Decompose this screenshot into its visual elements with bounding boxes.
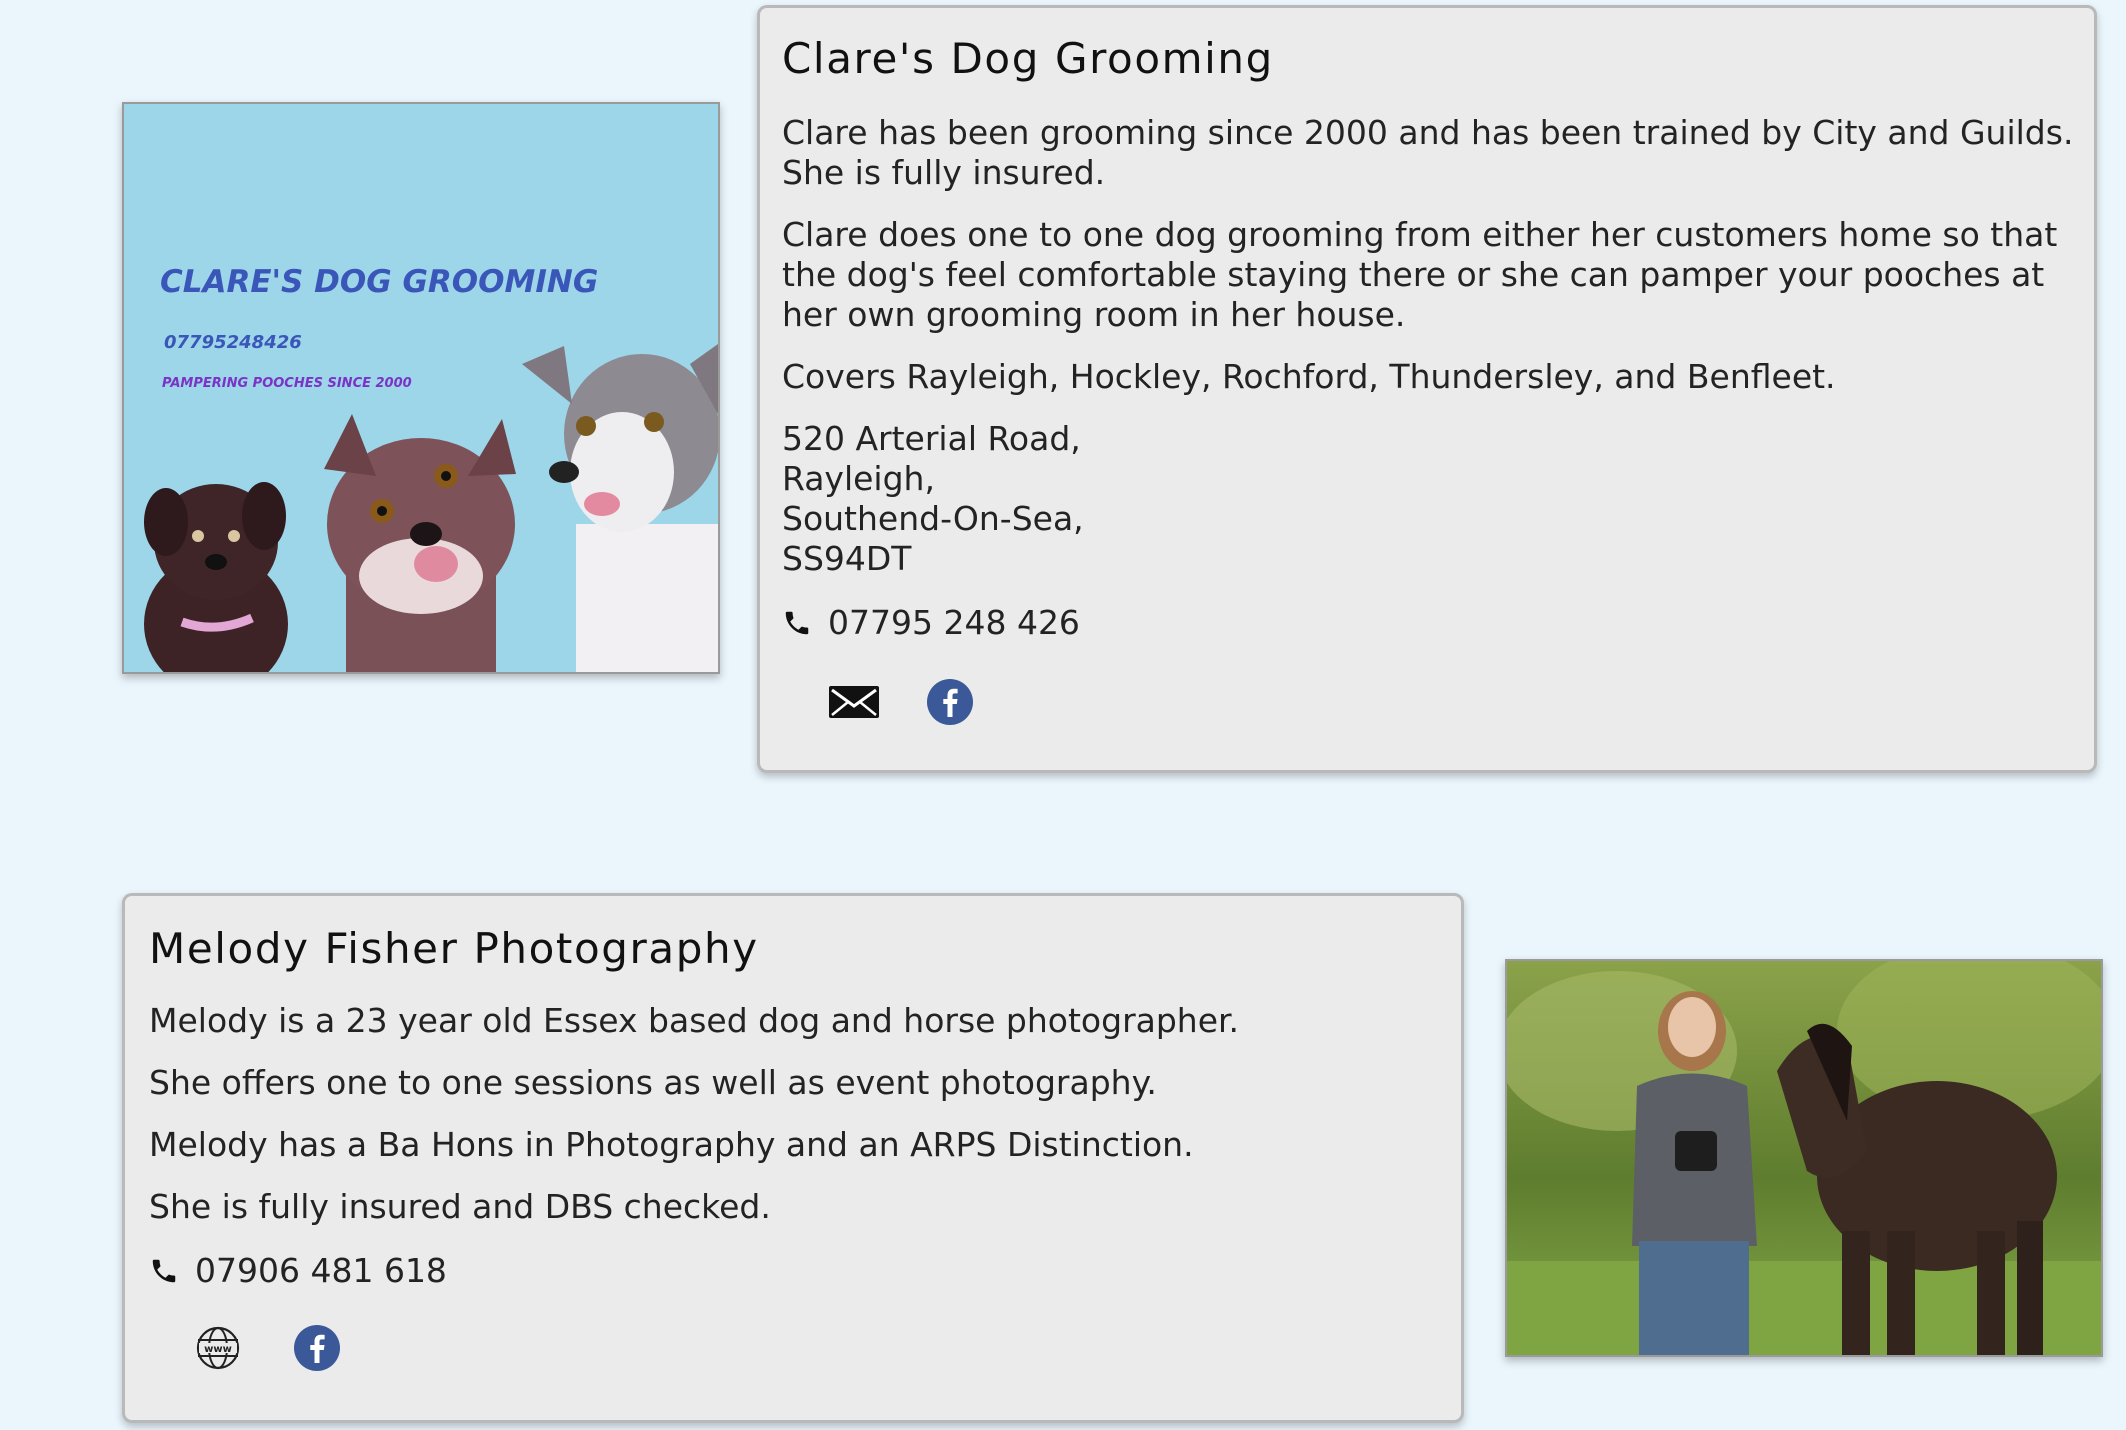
phone-icon (149, 1254, 179, 1288)
svg-text:www: www (204, 1344, 232, 1355)
listing-contact-icons (828, 678, 2074, 730)
address-line: SS94DT (782, 539, 912, 578)
listing-description: She is fully insured and DBS checked. (149, 1187, 771, 1226)
listing-address: 520 Arterial Road, Rayleigh, Southend-On… (782, 419, 2074, 579)
listing-phone[interactable]: 07795 248 426 (828, 603, 1080, 642)
listing-description: Melody has a Ba Hons in Photography and … (149, 1125, 1194, 1164)
listing-description: Clare has been grooming since 2000 and h… (782, 113, 2074, 192)
logo-tagline: PAMPERING POOCHES SINCE 2000 (162, 376, 412, 391)
logo-title: CLARE'S DOG GROOMING (160, 264, 599, 300)
listing-title: Melody Fisher Photography (149, 924, 759, 973)
listing-card-clares-dog-grooming: Clare's Dog Grooming Clare has been groo… (757, 5, 2097, 773)
listing-phone[interactable]: 07906 481 618 (195, 1251, 447, 1290)
listing-coverage: Covers Rayleigh, Hockley, Rochford, Thun… (782, 357, 1836, 396)
facebook-icon[interactable] (293, 1324, 341, 1376)
listing-card-melody-fisher-photography: Melody Fisher Photography Melody is a 23… (122, 893, 1464, 1423)
listing-description: Clare does one to one dog grooming from … (782, 215, 2058, 334)
listing-title: Clare's Dog Grooming (782, 34, 1274, 83)
address-line: 520 Arterial Road, (782, 419, 1081, 458)
listing-phone-row: 07795 248 426 (782, 603, 2074, 642)
dog-grooming-logo-image: CLARE'S DOG GROOMING 07795248426 PAMPERI… (122, 102, 720, 674)
address-line: Southend-On-Sea, (782, 499, 1084, 538)
email-icon[interactable] (828, 685, 880, 723)
photo-scene (1507, 961, 2101, 1355)
listing-contact-icons: www (195, 1324, 1441, 1376)
globe-www-icon[interactable]: www (195, 1325, 241, 1375)
listing-description: She offers one to one sessions as well a… (149, 1063, 1157, 1102)
phone-icon (782, 606, 812, 640)
listing-phone-row: 07906 481 618 (149, 1251, 1441, 1290)
facebook-icon[interactable] (926, 678, 974, 730)
logo-phone: 07795248426 (164, 332, 302, 353)
listing-description: Melody is a 23 year old Essex based dog … (149, 1001, 1240, 1040)
photographer-with-horse-image (1505, 959, 2103, 1357)
address-line: Rayleigh, (782, 459, 935, 498)
